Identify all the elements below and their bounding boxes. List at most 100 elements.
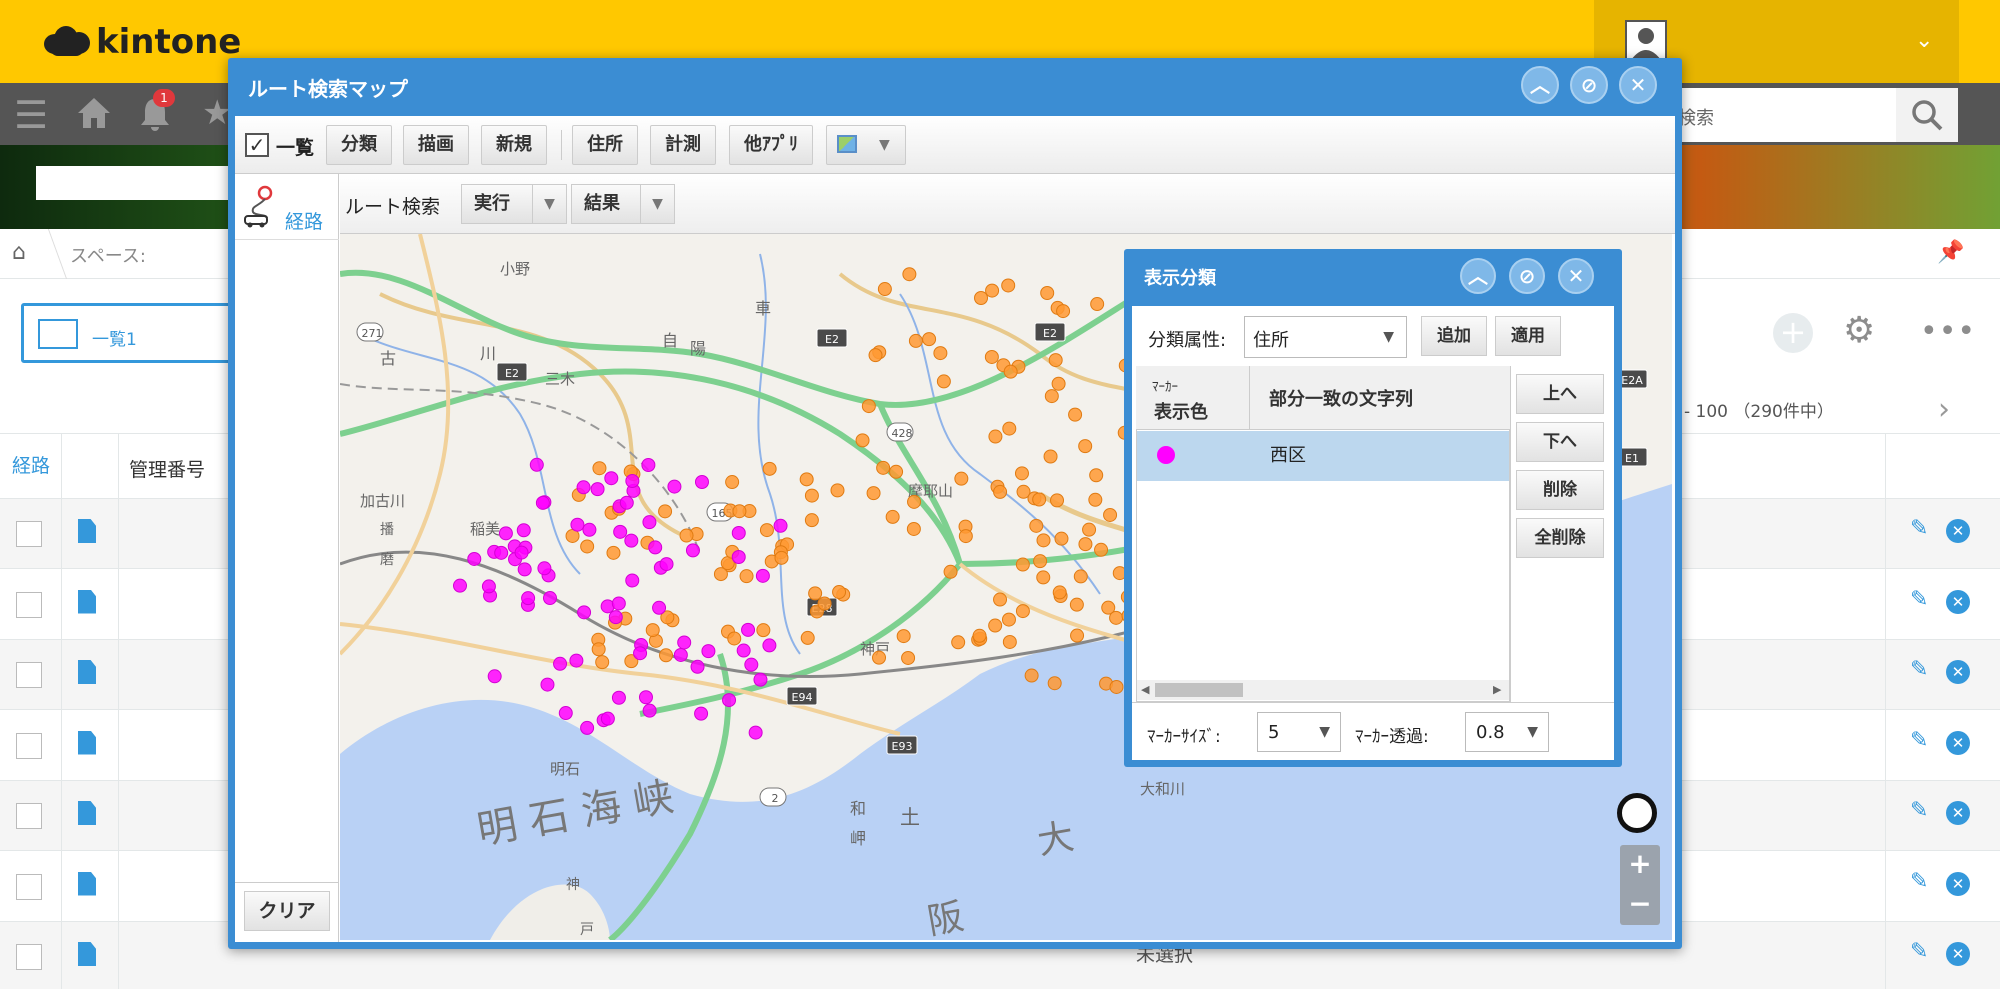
other-app-button[interactable]: 他ｱﾌﾟﾘ [729,125,813,165]
edit-icon[interactable]: ✎ [1910,728,1928,753]
search-button[interactable] [1896,88,1958,142]
column-header-route[interactable]: 経路 [12,451,50,478]
map-marker-orange [1036,570,1051,585]
row-checkbox[interactable] [16,591,42,618]
map-marker-orange [972,628,987,643]
delete-icon[interactable]: ✕ [1946,589,1970,614]
zoom-out-button[interactable]: − [1620,885,1660,925]
delete-button[interactable]: 削除 [1516,470,1604,510]
kintone-logo[interactable]: kintone [44,18,241,66]
close-icon[interactable]: ✕ [1619,66,1657,104]
document-icon[interactable] [78,589,96,614]
edit-icon[interactable]: ✎ [1910,587,1928,612]
collapse-icon[interactable]: ︿ [1521,66,1559,104]
draw-button[interactable]: 描画 [403,125,469,165]
clear-button[interactable]: クリア [244,891,330,931]
document-icon[interactable] [78,942,96,966]
map-marker-orange [732,504,747,519]
grid-row[interactable] [1137,431,1509,481]
row-checkbox[interactable] [16,732,42,759]
menu-icon[interactable]: ☰ [14,93,48,137]
delete-icon[interactable]: ✕ [1946,730,1970,755]
zoom-in-button[interactable]: + [1620,845,1660,885]
map-marker-orange [993,592,1008,607]
column-header-id[interactable]: 管理番号 [129,455,205,482]
scroll-left-icon[interactable]: ◀ [1141,683,1149,696]
gear-icon[interactable]: ⚙ [1843,310,1875,351]
map-marker-magenta [494,545,509,560]
chevron-right-icon[interactable]: › [1938,392,1950,427]
chevron-down-icon[interactable]: ⌄ [1915,28,1933,53]
edit-icon[interactable]: ✎ [1910,516,1928,541]
edit-icon[interactable]: ✎ [1910,657,1928,682]
measure-button[interactable]: 計測 [650,125,716,165]
document-icon[interactable] [78,730,96,755]
chevron-down-icon[interactable]: ▼ [640,185,674,223]
marker-size-value: 5 [1268,722,1280,743]
grid-row-text[interactable]: 西区 [1270,441,1306,467]
map-marker-orange [1024,668,1039,683]
add-button[interactable]: 追加 [1421,316,1487,356]
search-input[interactable]: 検索 [1660,88,1896,142]
execute-split-button[interactable]: 実行 ▼ [461,184,567,224]
map-marker-orange [1094,542,1109,557]
edit-icon[interactable]: ✎ [1910,798,1928,823]
row-checkbox[interactable] [16,944,42,970]
marker-opacity-select[interactable]: 0.8 ▼ [1465,712,1549,752]
map-marker-orange [1078,439,1093,454]
edit-icon[interactable]: ✎ [1910,939,1928,964]
pin-icon[interactable]: 📌 [1937,240,1964,265]
map-marker-magenta [590,482,605,497]
view-selector[interactable]: 一覧1 [21,303,231,363]
delete-icon[interactable]: ✕ [1946,801,1970,825]
move-down-button[interactable]: 下へ [1516,422,1604,462]
collapse-icon[interactable]: ︿ [1460,258,1496,294]
map-marker-magenta [690,659,705,674]
map-layer-dropdown[interactable]: ▼ [826,125,906,165]
map-marker-orange [606,545,621,560]
delete-all-button[interactable]: 全削除 [1516,518,1604,558]
scroll-right-icon[interactable]: ▶ [1493,683,1501,696]
attribute-select[interactable]: 住所 ▼ [1244,316,1407,358]
maximize-icon[interactable]: ⊘ [1509,258,1545,294]
scrollbar-thumb[interactable] [1155,683,1243,697]
add-record-button[interactable]: + [1773,313,1813,353]
document-icon[interactable] [78,519,96,543]
map-marker-orange [1103,507,1118,522]
document-icon[interactable] [78,660,96,684]
map-marker-orange [954,471,969,486]
apply-button[interactable]: 適用 [1495,316,1561,356]
row-checkbox[interactable] [16,662,42,688]
result-split-button[interactable]: 結果 ▼ [571,184,675,224]
move-up-button[interactable]: 上へ [1516,374,1604,414]
avatar[interactable] [1625,20,1667,62]
map-marker-orange [1040,285,1055,300]
edit-icon[interactable]: ✎ [1910,869,1928,894]
delete-icon[interactable]: ✕ [1946,519,1970,543]
row-checkbox[interactable] [16,521,42,547]
delete-icon[interactable]: ✕ [1946,871,1970,896]
list-checkbox[interactable]: ✓ [245,133,269,157]
map-marker-magenta [498,526,513,541]
marker-color-swatch[interactable] [1157,446,1175,464]
maximize-icon[interactable]: ⊘ [1570,66,1608,104]
address-button[interactable]: 住所 [572,125,638,165]
classify-button[interactable]: 分類 [326,125,392,165]
delete-icon[interactable]: ✕ [1946,660,1970,684]
more-options-icon[interactable]: ••• [1920,314,1976,349]
chevron-down-icon[interactable]: ▼ [532,185,566,223]
document-icon[interactable] [78,871,96,896]
new-button[interactable]: 新規 [481,125,547,165]
marker-size-select[interactable]: 5 ▼ [1257,712,1341,752]
delete-icon[interactable]: ✕ [1946,942,1970,966]
home-icon[interactable] [76,95,112,140]
document-icon[interactable] [78,801,96,825]
road-sign: 271 [356,322,384,342]
home-icon[interactable]: ⌂ [12,240,26,265]
svg-text:428: 428 [892,427,913,440]
close-icon[interactable]: ✕ [1558,258,1594,294]
row-checkbox[interactable] [16,873,42,900]
row-checkbox[interactable] [16,803,42,829]
locate-icon[interactable] [1617,793,1657,833]
breadcrumb-space[interactable]: スペース: [70,242,146,268]
